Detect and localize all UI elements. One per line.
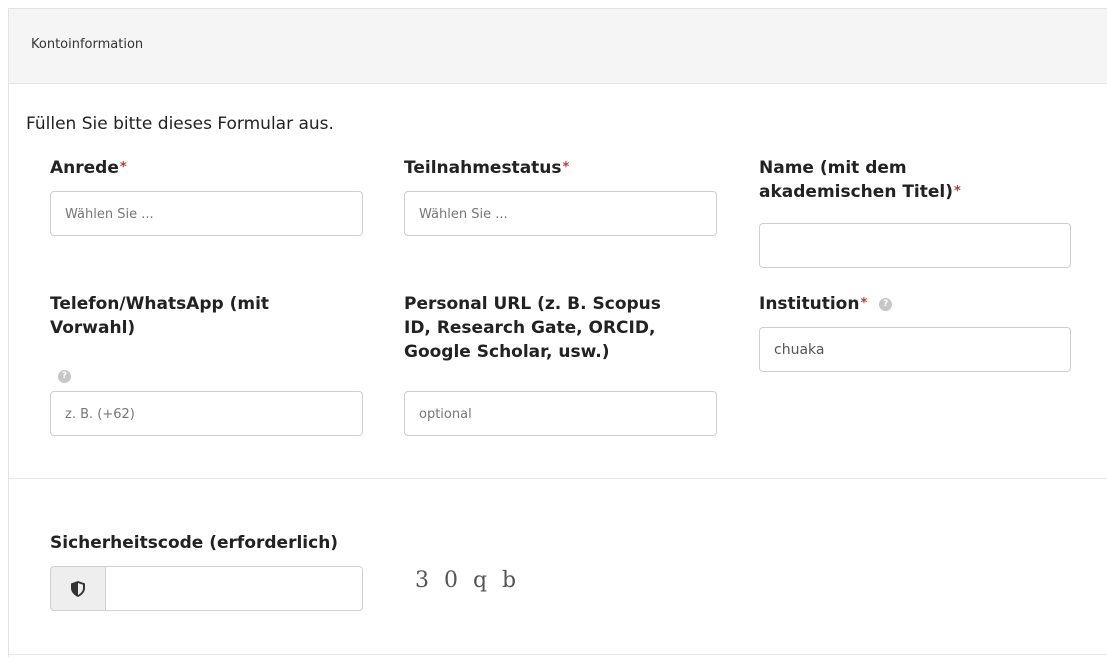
personal-url-label: Personal URL (z. B. Scopus ID, Research … bbox=[404, 292, 661, 364]
personal-url-label-line1: Personal URL (z. B. Scopus bbox=[404, 294, 661, 314]
required-marker: * bbox=[562, 160, 570, 175]
telefon-label-line1: Telefon/WhatsApp (mit bbox=[50, 294, 270, 314]
teilnahmestatus-label: Teilnahmestatus* bbox=[404, 156, 569, 180]
bottom-divider bbox=[9, 654, 1107, 655]
security-code-label: Sicherheitscode (erforderlich) bbox=[50, 533, 339, 553]
institution-label: Institution* ? bbox=[759, 292, 893, 316]
institution-label-text: Institution bbox=[759, 294, 860, 314]
name-label-line1: Name (mit dem bbox=[759, 158, 907, 178]
anrede-label-text: Anrede bbox=[50, 158, 119, 178]
shield-addon bbox=[50, 566, 106, 611]
name-input[interactable] bbox=[759, 223, 1071, 268]
teilnahmestatus-select[interactable] bbox=[404, 191, 717, 236]
teilnahmestatus-label-text: Teilnahmestatus bbox=[404, 158, 562, 178]
name-label: Name (mit dem akademischen Titel)* bbox=[759, 156, 961, 204]
shield-icon bbox=[71, 581, 85, 597]
telefon-input[interactable] bbox=[50, 391, 363, 436]
section-divider bbox=[9, 478, 1107, 479]
anrede-label: Anrede* bbox=[50, 156, 127, 180]
personal-url-label-line2: ID, Research Gate, ORCID, bbox=[404, 318, 656, 338]
anrede-select[interactable] bbox=[50, 191, 363, 236]
institution-input[interactable] bbox=[759, 327, 1071, 372]
telefon-label-line2: Vorwahl) bbox=[50, 318, 136, 338]
personal-url-input[interactable] bbox=[404, 391, 717, 436]
required-marker: * bbox=[954, 184, 961, 199]
telefon-label: Telefon/WhatsApp (mit Vorwahl) bbox=[50, 292, 269, 340]
question-circle-icon[interactable]: ? bbox=[58, 370, 71, 383]
required-marker: * bbox=[119, 160, 127, 175]
captcha-image: 3 0 q b bbox=[415, 568, 521, 593]
panel-title: Kontoinformation bbox=[31, 37, 144, 52]
security-code-input[interactable] bbox=[105, 566, 363, 611]
name-label-line2: akademischen Titel) bbox=[759, 182, 954, 202]
panel-heading: Kontoinformation bbox=[9, 9, 1107, 84]
question-circle-icon[interactable]: ? bbox=[879, 297, 893, 311]
required-marker: * bbox=[860, 296, 868, 311]
form-intro-text: Füllen Sie bitte dieses Formular aus. bbox=[26, 114, 334, 134]
personal-url-label-line3: Google Scholar, usw.) bbox=[404, 342, 610, 362]
